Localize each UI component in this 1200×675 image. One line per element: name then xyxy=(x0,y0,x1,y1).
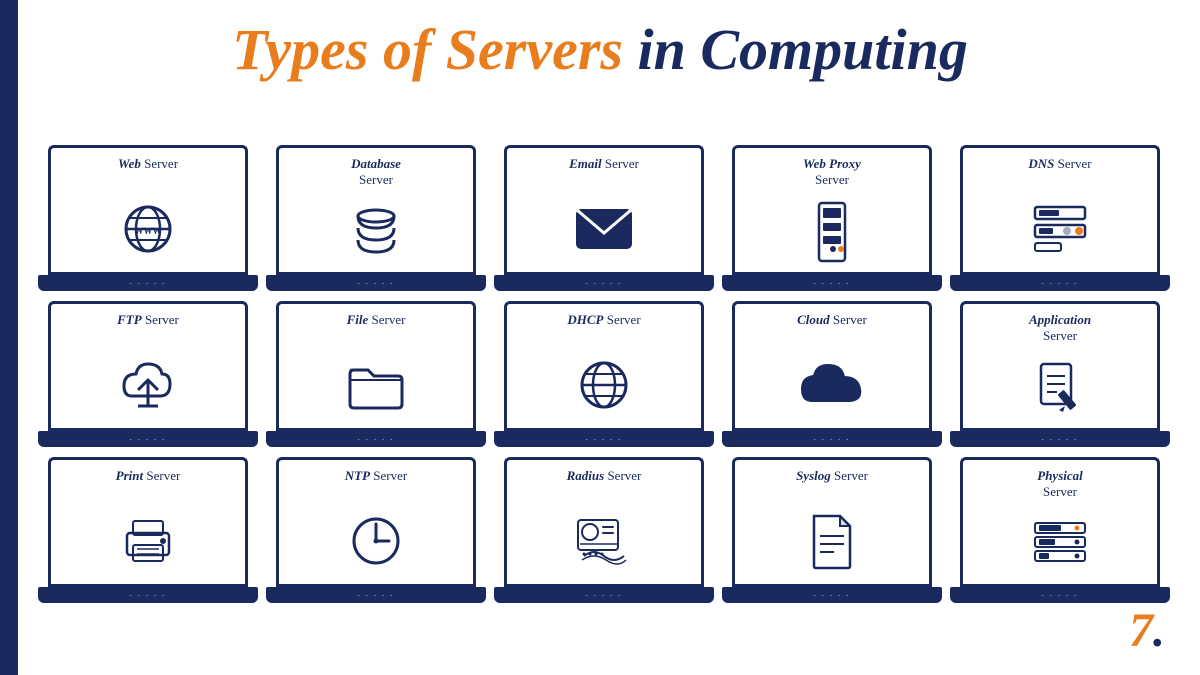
laptop-screen: PhysicalServer xyxy=(960,457,1160,587)
laptop-screen: Radius Server xyxy=(504,457,704,587)
webproxy-server-card: Web ProxyServer xyxy=(722,145,942,291)
laptop-base xyxy=(950,587,1170,603)
server-label: FTP Server xyxy=(115,310,181,338)
server-label: NTP Server xyxy=(343,466,409,494)
server-label: Email Server xyxy=(567,154,641,182)
pencil-doc-icon xyxy=(1035,347,1085,428)
laptop-base xyxy=(38,431,258,447)
dns-icon xyxy=(1031,186,1089,272)
left-accent-bar xyxy=(0,0,18,675)
globe-icon xyxy=(577,342,631,428)
laptop-screen: DatabaseServer xyxy=(276,145,476,275)
printer-icon xyxy=(119,498,177,584)
file-server-card: File Server xyxy=(266,301,486,447)
rack-icon xyxy=(1031,503,1089,584)
laptop-base xyxy=(722,587,942,603)
radius-server-card: Radius Server xyxy=(494,457,714,603)
laptop-base xyxy=(38,275,258,291)
laptop-base xyxy=(266,431,486,447)
laptop-base xyxy=(494,431,714,447)
laptop-screen: Print Server xyxy=(48,457,248,587)
laptop-base xyxy=(722,431,942,447)
server-label: DatabaseServer xyxy=(349,154,403,187)
dns-server-card: DNS Server xyxy=(950,145,1170,291)
laptop-screen: DNS Server xyxy=(960,145,1160,275)
server-label: Syslog Server xyxy=(794,466,870,494)
laptop-screen: DHCP Server xyxy=(504,301,704,431)
web-server-card: Web Server WWW xyxy=(38,145,258,291)
physical-server-card: PhysicalServer xyxy=(950,457,1170,603)
laptop-screen: Cloud Server xyxy=(732,301,932,431)
print-server-card: Print Server xyxy=(38,457,258,603)
server-label: Cloud Server xyxy=(795,310,869,338)
tower-icon xyxy=(811,191,853,272)
server-label: File Server xyxy=(345,310,408,338)
database-icon xyxy=(351,191,401,272)
laptop-base xyxy=(266,275,486,291)
folder-icon xyxy=(346,342,406,428)
laptop-screen: FTP Server xyxy=(48,301,248,431)
email-icon xyxy=(574,186,634,272)
server-label: Web ProxyServer xyxy=(801,154,863,187)
clock-icon xyxy=(349,498,403,584)
email-server-card: Email Server xyxy=(494,145,714,291)
laptop-base xyxy=(722,275,942,291)
laptop-screen: Syslog Server xyxy=(732,457,932,587)
www-icon: WWW xyxy=(121,186,175,272)
cloud-upload-icon xyxy=(116,342,180,428)
cloud-server-card: Cloud Server xyxy=(722,301,942,447)
svg-text:WWW: WWW xyxy=(135,226,162,236)
server-label: DHCP Server xyxy=(565,310,642,338)
laptop-base xyxy=(266,587,486,603)
title-area: Types of Servers in Computing xyxy=(40,18,1160,82)
server-label: Radius Server xyxy=(565,466,644,494)
laptop-screen: ApplicationServer xyxy=(960,301,1160,431)
laptop-screen: Email Server xyxy=(504,145,704,275)
server-label: Web Server xyxy=(116,154,180,182)
laptop-screen: NTP Server xyxy=(276,457,476,587)
laptop-base xyxy=(494,587,714,603)
cloud-icon xyxy=(798,342,866,428)
title-orange: Types of Servers xyxy=(232,17,623,82)
server-grid: Web Server WWW DatabaseServer xyxy=(38,145,1162,603)
server-label: ApplicationServer xyxy=(1027,310,1093,343)
server-label: PhysicalServer xyxy=(1035,466,1085,499)
title-dark: in Computing xyxy=(623,17,968,82)
syslog-server-card: Syslog Server xyxy=(722,457,942,603)
server-label: DNS Server xyxy=(1026,154,1093,182)
laptop-base xyxy=(38,587,258,603)
laptop-base xyxy=(494,275,714,291)
server-label: Print Server xyxy=(114,466,183,494)
laptop-screen: Web ProxyServer xyxy=(732,145,932,275)
fingerprint-icon xyxy=(574,498,634,584)
laptop-screen: Web Server WWW xyxy=(48,145,248,275)
database-server-card: DatabaseServer xyxy=(266,145,486,291)
document-icon xyxy=(808,498,856,584)
laptop-screen: File Server xyxy=(276,301,476,431)
laptop-base xyxy=(950,431,1170,447)
logo-mark: 7 xyxy=(1129,607,1165,655)
ftp-server-card: FTP Server xyxy=(38,301,258,447)
ntp-server-card: NTP Server xyxy=(266,457,486,603)
laptop-base xyxy=(950,275,1170,291)
dhcp-server-card: DHCP Server xyxy=(494,301,714,447)
application-server-card: ApplicationServer xyxy=(950,301,1170,447)
